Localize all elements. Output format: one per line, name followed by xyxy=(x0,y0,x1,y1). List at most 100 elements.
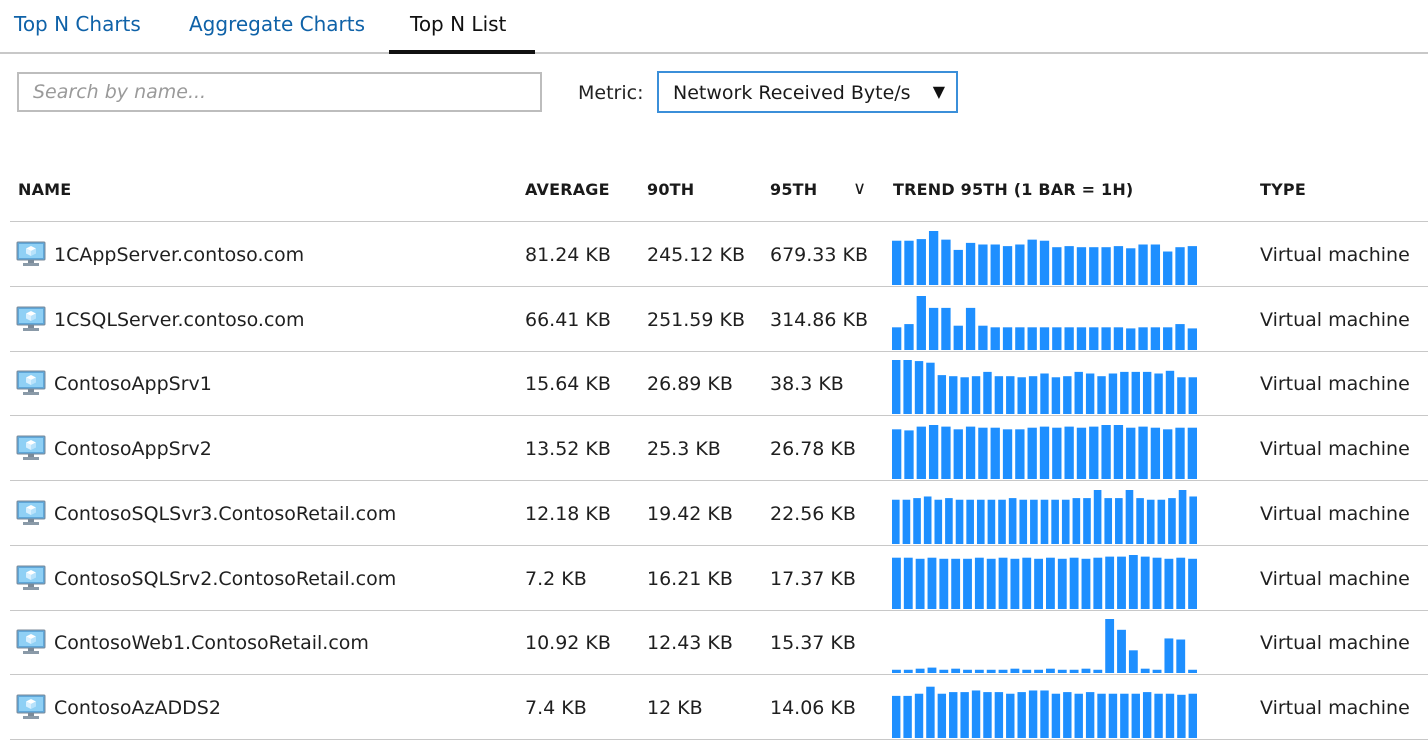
trend-sparkline xyxy=(892,686,1197,738)
trend-bar xyxy=(923,496,932,544)
trend-bar xyxy=(1081,668,1091,674)
p90-value: 12 KB xyxy=(647,696,703,719)
vm-name[interactable]: ContosoAppSrv1 xyxy=(54,373,212,395)
tab-top-n-charts[interactable]: Top N Charts xyxy=(14,12,141,36)
trend-bar xyxy=(916,239,926,285)
trend-bar xyxy=(1046,557,1055,609)
trend-bar xyxy=(915,558,925,609)
trend-bar xyxy=(1150,327,1161,350)
table-row[interactable]: ContosoAzADDS2 7.4 KB 12 KB 14.06 KB Virtual… xyxy=(10,675,1428,740)
trend-bar xyxy=(892,327,902,350)
trend-bar xyxy=(983,372,992,415)
trend-bar xyxy=(990,244,1000,285)
table-row[interactable]: 1CSQLServer.contoso.com 66.41 KB 251.59 KB… xyxy=(10,287,1428,352)
table-row[interactable]: ContosoSQLSvr3.ContosoRetail.com 12.18 KB… xyxy=(10,481,1428,546)
table-row[interactable]: ContosoAppSrv1 15.64 KB 26.89 KB 38.3 KB Vir… xyxy=(10,351,1428,417)
vm-name[interactable]: ContosoAzADDS2 xyxy=(54,697,221,719)
tab-top-n-list[interactable]: Top N List xyxy=(410,12,506,36)
average-value: 12.18 KB xyxy=(525,502,611,525)
trend-sparkline xyxy=(892,425,1197,480)
trend-bar xyxy=(1052,247,1062,285)
trend-bar xyxy=(892,669,901,674)
trend-bar xyxy=(1034,558,1043,609)
vm-name[interactable]: 1CAppServer.contoso.com xyxy=(54,244,304,266)
column-header-95th[interactable]: 95TH xyxy=(770,180,817,199)
trend-bar xyxy=(1177,377,1186,415)
table-row[interactable]: ContosoSQLSrv2.ContosoRetail.com 7.2 KB 16… xyxy=(10,546,1428,611)
trend-bar xyxy=(1085,691,1095,738)
vm-name[interactable]: 1CSQLServer.contoso.com xyxy=(54,309,305,331)
trend-bar xyxy=(971,690,981,738)
trend-bar xyxy=(928,425,939,480)
table-row[interactable]: 1CAppServer.contoso.com 81.24 KB 245.12 KB… xyxy=(10,222,1428,287)
average-value: 10.92 KB xyxy=(525,632,611,655)
trend-bar xyxy=(1142,372,1152,415)
trend-bar xyxy=(1128,554,1138,609)
vm-name[interactable]: ContosoWeb1.ContosoRetail.com xyxy=(54,632,369,654)
column-header-name[interactable]: NAME xyxy=(18,180,71,199)
trend-bar xyxy=(1138,244,1148,285)
trend-bar xyxy=(1146,499,1155,544)
trend-bar xyxy=(1052,327,1062,350)
trend-bar xyxy=(927,557,937,609)
trend-bar xyxy=(937,375,947,415)
search-input[interactable] xyxy=(17,72,542,112)
trend-bar xyxy=(949,376,958,415)
trend-bar xyxy=(1138,426,1148,480)
virtual-machine-icon xyxy=(16,435,46,461)
trend-bar xyxy=(1063,691,1072,738)
trend-bar xyxy=(1051,499,1059,544)
trend-bar xyxy=(1034,669,1043,674)
p90-value: 16.21 KB xyxy=(647,567,733,590)
column-header-type[interactable]: TYPE xyxy=(1260,180,1306,199)
trend-bar xyxy=(1061,499,1070,544)
trend-bar xyxy=(939,669,949,674)
table-row[interactable]: ContosoAppSrv2 13.52 KB 25.3 KB 26.78 KB Vir… xyxy=(10,416,1428,482)
trend-bar xyxy=(914,693,924,738)
trend-bar xyxy=(953,429,963,480)
trend-bar xyxy=(1019,499,1028,544)
virtual-machine-icon xyxy=(16,370,46,396)
trend-bar xyxy=(928,307,939,350)
sort-descending-icon[interactable]: ∨ xyxy=(853,178,866,199)
trend-bar xyxy=(955,499,964,544)
trend-bar xyxy=(1063,376,1072,415)
vm-name[interactable]: ContosoSQLSvr3.ContosoRetail.com xyxy=(54,503,396,525)
chevron-down-icon: ▼ xyxy=(932,82,945,101)
trend-bar xyxy=(904,240,914,285)
trend-bar xyxy=(1187,328,1197,350)
trend-bar xyxy=(1188,669,1197,674)
tab-aggregate-charts[interactable]: Aggregate Charts xyxy=(189,12,365,36)
trend-bar xyxy=(1057,669,1067,674)
trend-bar xyxy=(916,426,926,480)
column-header-90th[interactable]: 90TH xyxy=(647,180,694,199)
trend-bar xyxy=(1002,327,1013,350)
vm-name[interactable]: ContosoAppSrv2 xyxy=(54,438,212,460)
trend-bar xyxy=(986,669,996,674)
trend-bar xyxy=(1163,429,1173,480)
trend-bar xyxy=(1105,619,1115,674)
resource-type: Virtual machine xyxy=(1260,696,1410,719)
trend-bar xyxy=(1089,426,1099,480)
trend-bar xyxy=(904,430,914,480)
trend-bar xyxy=(941,426,951,480)
trend-bar xyxy=(1131,693,1140,738)
p90-value: 25.3 KB xyxy=(647,438,721,461)
trend-bar xyxy=(1176,557,1186,609)
trend-sparkline xyxy=(892,554,1197,609)
trend-bar xyxy=(1175,427,1185,480)
trend-bar xyxy=(994,376,1004,415)
metric-dropdown[interactable]: Network Received Byte/s ▼ xyxy=(657,71,958,113)
trend-bar xyxy=(965,307,976,350)
column-header-average[interactable]: AVERAGE xyxy=(525,180,610,199)
trend-bar xyxy=(953,249,963,285)
trend-sparkline xyxy=(892,295,1197,350)
trend-bar xyxy=(1164,638,1174,674)
trend-bar xyxy=(1008,497,1017,544)
trend-bar xyxy=(998,669,1008,674)
vm-name[interactable]: ContosoSQLSrv2.ContosoRetail.com xyxy=(54,568,396,590)
table-row[interactable]: ContosoWeb1.ContosoRetail.com 10.92 KB 12.… xyxy=(10,610,1428,676)
trend-bar xyxy=(903,360,912,415)
trend-bar xyxy=(966,499,974,544)
trend-bar xyxy=(1002,246,1013,285)
